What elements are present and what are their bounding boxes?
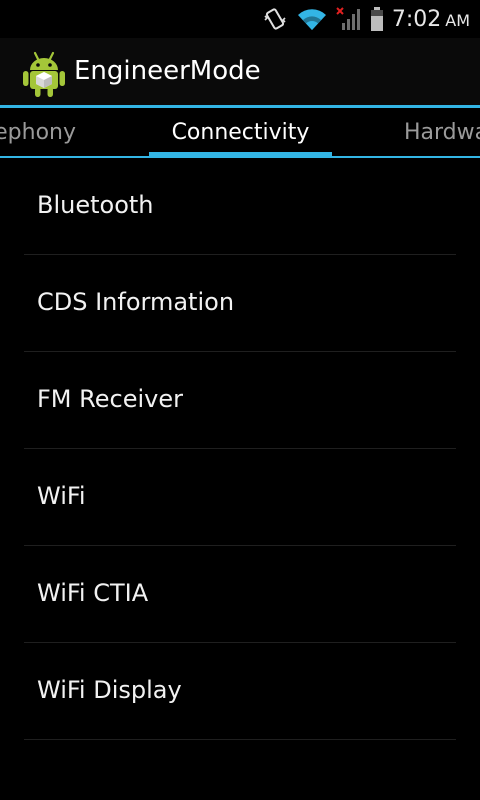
list-item-label: WiFi Display — [37, 676, 182, 704]
list-item-label: Bluetooth — [37, 191, 154, 219]
status-bar: 7:02 AM — [0, 0, 480, 38]
tab-connectivity[interactable]: Connectivity — [149, 120, 332, 145]
status-clock: 7:02 AM — [392, 7, 470, 32]
status-time: 7:02 — [391, 6, 442, 32]
battery-icon — [370, 7, 383, 31]
signal-no-service-icon — [336, 7, 360, 30]
status-ampm: AM — [445, 10, 470, 30]
app-title: EngineerMode — [74, 56, 261, 86]
tab-selected-indicator — [149, 152, 332, 156]
list-item-label: WiFi CTIA — [37, 579, 149, 607]
tab-telephony[interactable]: Telephony — [0, 120, 76, 145]
tab-strip: Telephony Connectivity Hardware — [0, 108, 480, 158]
vibrate-icon — [264, 8, 286, 30]
status-icons: 7:02 AM — [262, 0, 480, 38]
list-item-label: FM Receiver — [37, 385, 183, 413]
list-item-wifi[interactable]: WiFi — [24, 449, 456, 546]
list-item-wifi-ctia[interactable]: WiFi CTIA — [24, 546, 456, 643]
list-item-bluetooth[interactable]: Bluetooth — [24, 158, 456, 255]
list-item-label: CDS Information — [37, 288, 235, 316]
list-item-label: WiFi — [37, 482, 86, 510]
action-bar: EngineerMode — [0, 38, 480, 108]
list-item-wifi-display[interactable]: WiFi Display — [24, 643, 456, 740]
android-icon[interactable] — [22, 50, 66, 98]
list-item-cds-information[interactable]: CDS Information — [24, 255, 456, 352]
tab-hardware[interactable]: Hardware — [404, 120, 480, 145]
wifi-icon — [297, 9, 326, 31]
connectivity-list: Bluetooth CDS Information FM Receiver Wi… — [0, 158, 480, 740]
list-item-fm-receiver[interactable]: FM Receiver — [24, 352, 456, 449]
